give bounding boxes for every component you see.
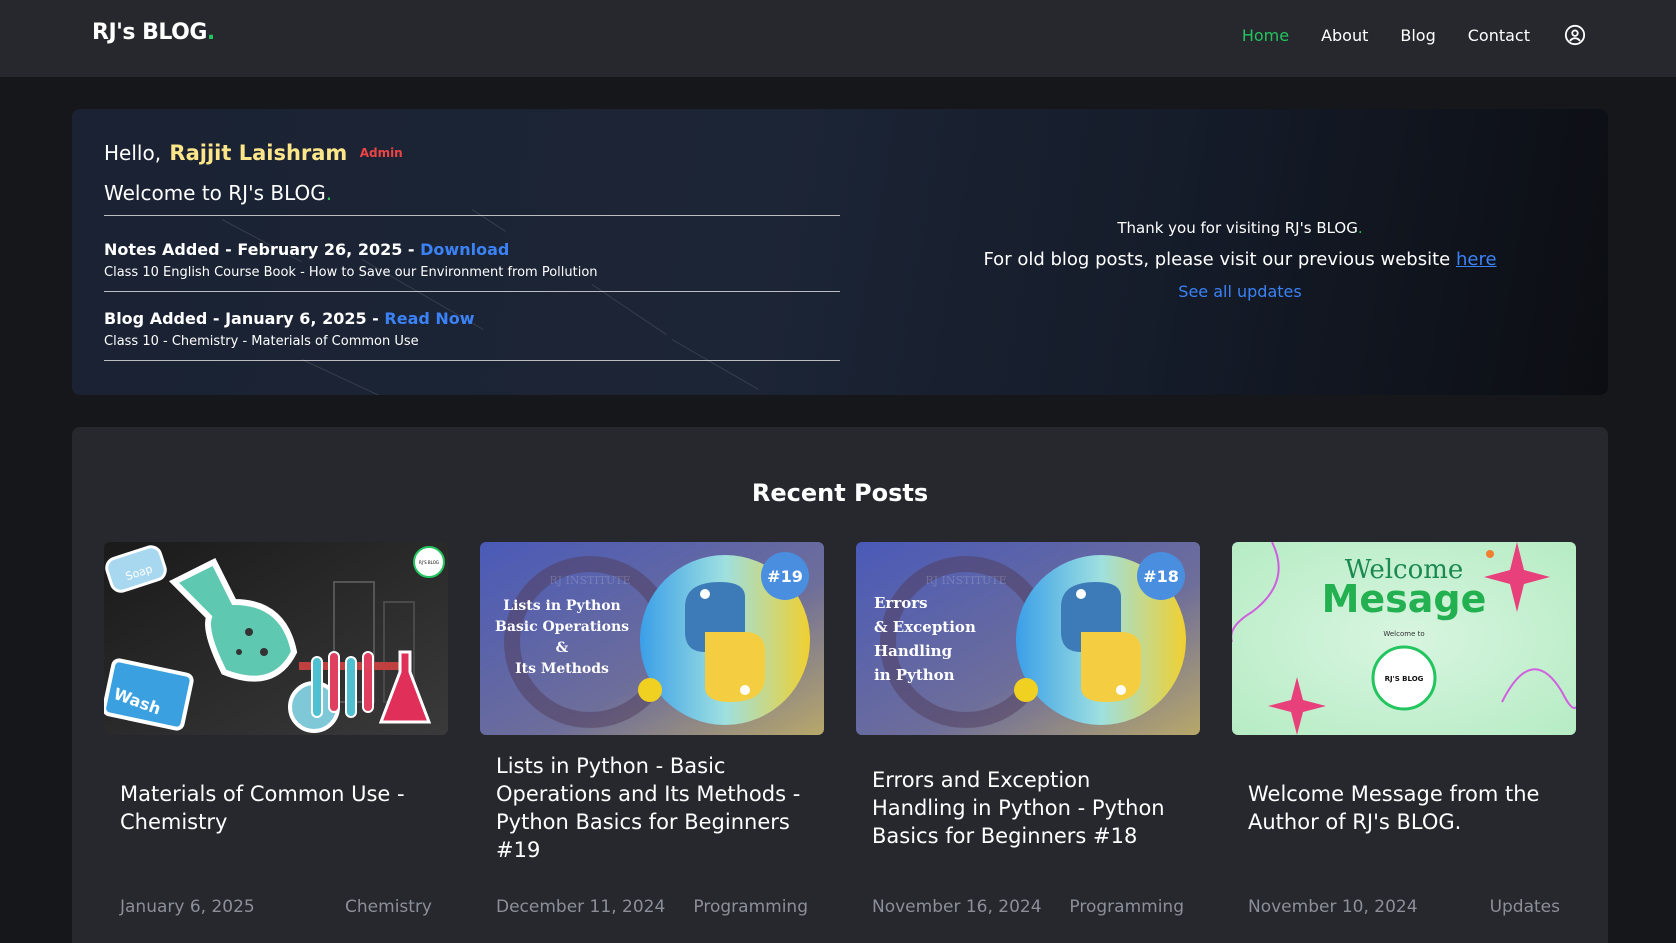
post-category[interactable]: Updates bbox=[1490, 897, 1560, 917]
post-date: January 6, 2025 bbox=[120, 897, 255, 917]
brand-logo[interactable]: RJ's BLOG. bbox=[92, 20, 215, 45]
episode-badge: #18 bbox=[1143, 567, 1179, 586]
post-date: December 11, 2024 bbox=[496, 897, 666, 917]
thumb-text-line: & Exception bbox=[874, 618, 976, 636]
user-name: Rajjit Laishram bbox=[169, 141, 348, 165]
post-card[interactable]: RJ INSTITUTE #19 Lists in Python Basic O… bbox=[480, 542, 824, 943]
welcome-dot: . bbox=[325, 181, 333, 205]
post-title[interactable]: Lists in Python - Basic Operations and I… bbox=[496, 752, 814, 864]
greeting-label: Hello, bbox=[104, 141, 162, 165]
recent-posts-section: Recent Posts Soap Wash RJ'S BLOG Materia… bbox=[72, 427, 1608, 943]
post-thumbnail: RJ INSTITUTE #18 Errors & Exception Hand… bbox=[856, 542, 1200, 735]
nav-blog[interactable]: Blog bbox=[1400, 26, 1435, 45]
navbar: RJ's BLOG. Home About Blog Contact bbox=[0, 0, 1676, 77]
thanks-label: Thank you for visiting RJ's BLOG bbox=[1117, 219, 1358, 237]
thumb-text-line: Basic Operations bbox=[495, 619, 629, 635]
post-meta: November 16, 2024 Programming bbox=[872, 897, 1184, 917]
old-site-link[interactable]: here bbox=[1456, 249, 1497, 270]
post-category[interactable]: Programming bbox=[693, 897, 808, 917]
welcome-label: Welcome to RJ's BLOG bbox=[104, 181, 326, 205]
divider bbox=[104, 360, 840, 361]
post-thumbnail: RJ INSTITUTE #19 Lists in Python Basic O… bbox=[480, 542, 824, 735]
post-thumbnail: Welcome Mesage Welcome to RJ'S BLOG bbox=[1232, 542, 1576, 735]
update-item: Blog Added - January 6, 2025 - Read Now … bbox=[104, 309, 840, 349]
thumb-text-line: Handling bbox=[874, 642, 953, 660]
section-title: Recent Posts bbox=[751, 479, 929, 507]
hero-info: Thank you for visiting RJ's BLOG. For ol… bbox=[872, 219, 1608, 301]
brand-dot: . bbox=[206, 20, 215, 45]
update-heading: Notes Added - February 26, 2025 - bbox=[104, 240, 415, 259]
welcome-text: Welcome to RJ's BLOG. bbox=[104, 181, 332, 205]
old-posts-text: For old blog posts, please visit our pre… bbox=[872, 249, 1608, 270]
role-badge: Admin bbox=[359, 146, 403, 160]
nav-home[interactable]: Home bbox=[1242, 26, 1289, 45]
post-title[interactable]: Welcome Message from the Author of RJ's … bbox=[1248, 780, 1566, 836]
episode-badge: #19 bbox=[767, 567, 803, 586]
update-desc: Class 10 English Course Book - How to Sa… bbox=[104, 265, 598, 280]
user-circle-icon[interactable] bbox=[1564, 24, 1586, 46]
nav-about[interactable]: About bbox=[1321, 26, 1368, 45]
blog-logo-label: RJ'S BLOG bbox=[419, 560, 439, 565]
update-item: Notes Added - February 26, 2025 - Downlo… bbox=[104, 240, 840, 280]
thanks-text: Thank you for visiting RJ's BLOG. bbox=[872, 219, 1608, 237]
read-now-link[interactable]: Read Now bbox=[384, 309, 474, 328]
post-category[interactable]: Programming bbox=[1069, 897, 1184, 917]
nav-contact[interactable]: Contact bbox=[1468, 26, 1530, 45]
greeting: Hello, Rajjit Laishram Admin bbox=[104, 141, 403, 165]
post-category[interactable]: Chemistry bbox=[345, 897, 432, 917]
seal-label: RJ INSTITUTE bbox=[925, 574, 1006, 587]
thumb-text-line: Its Methods bbox=[515, 661, 609, 677]
welcome-small-text: Welcome to bbox=[1383, 630, 1424, 638]
thanks-dot: . bbox=[1357, 219, 1363, 237]
thumb-text-line: in Python bbox=[874, 666, 955, 684]
update-heading: Blog Added - January 6, 2025 - bbox=[104, 309, 379, 328]
thumb-text-line: Errors bbox=[874, 594, 928, 612]
divider bbox=[104, 291, 840, 292]
old-posts-label: For old blog posts, please visit our pre… bbox=[983, 249, 1451, 270]
brand-name: RJ's BLOG bbox=[92, 20, 207, 45]
post-thumbnail: Soap Wash RJ'S BLOG bbox=[104, 542, 448, 735]
update-desc: Class 10 - Chemistry - Materials of Comm… bbox=[104, 334, 419, 349]
post-date: November 10, 2024 bbox=[1248, 897, 1418, 917]
post-card[interactable]: RJ INSTITUTE #18 Errors & Exception Hand… bbox=[856, 542, 1200, 943]
post-card[interactable]: Soap Wash RJ'S BLOG Materials of Common … bbox=[104, 542, 448, 943]
blog-logo-label: RJ'S BLOG bbox=[1385, 675, 1424, 683]
divider bbox=[104, 215, 840, 216]
post-meta: January 6, 2025 Chemistry bbox=[120, 897, 432, 917]
message-headline: Mesage bbox=[1322, 577, 1487, 621]
download-link[interactable]: Download bbox=[420, 240, 509, 259]
post-title[interactable]: Materials of Common Use - Chemistry bbox=[120, 780, 438, 836]
thumb-text-line: Lists in Python bbox=[503, 598, 620, 614]
post-date: November 16, 2024 bbox=[872, 897, 1042, 917]
post-meta: November 10, 2024 Updates bbox=[1248, 897, 1560, 917]
seal-label: RJ INSTITUTE bbox=[549, 574, 630, 587]
post-meta: December 11, 2024 Programming bbox=[496, 897, 808, 917]
hero-banner: Hello, Rajjit Laishram Admin Welcome to … bbox=[72, 109, 1608, 395]
thumb-text-line: & bbox=[556, 640, 569, 656]
post-title[interactable]: Errors and Exception Handling in Python … bbox=[872, 766, 1190, 850]
nav-links: Home About Blog Contact bbox=[1242, 24, 1586, 46]
post-card[interactable]: Welcome Mesage Welcome to RJ'S BLOG Welc… bbox=[1232, 542, 1576, 943]
see-all-updates-link[interactable]: See all updates bbox=[872, 282, 1608, 301]
